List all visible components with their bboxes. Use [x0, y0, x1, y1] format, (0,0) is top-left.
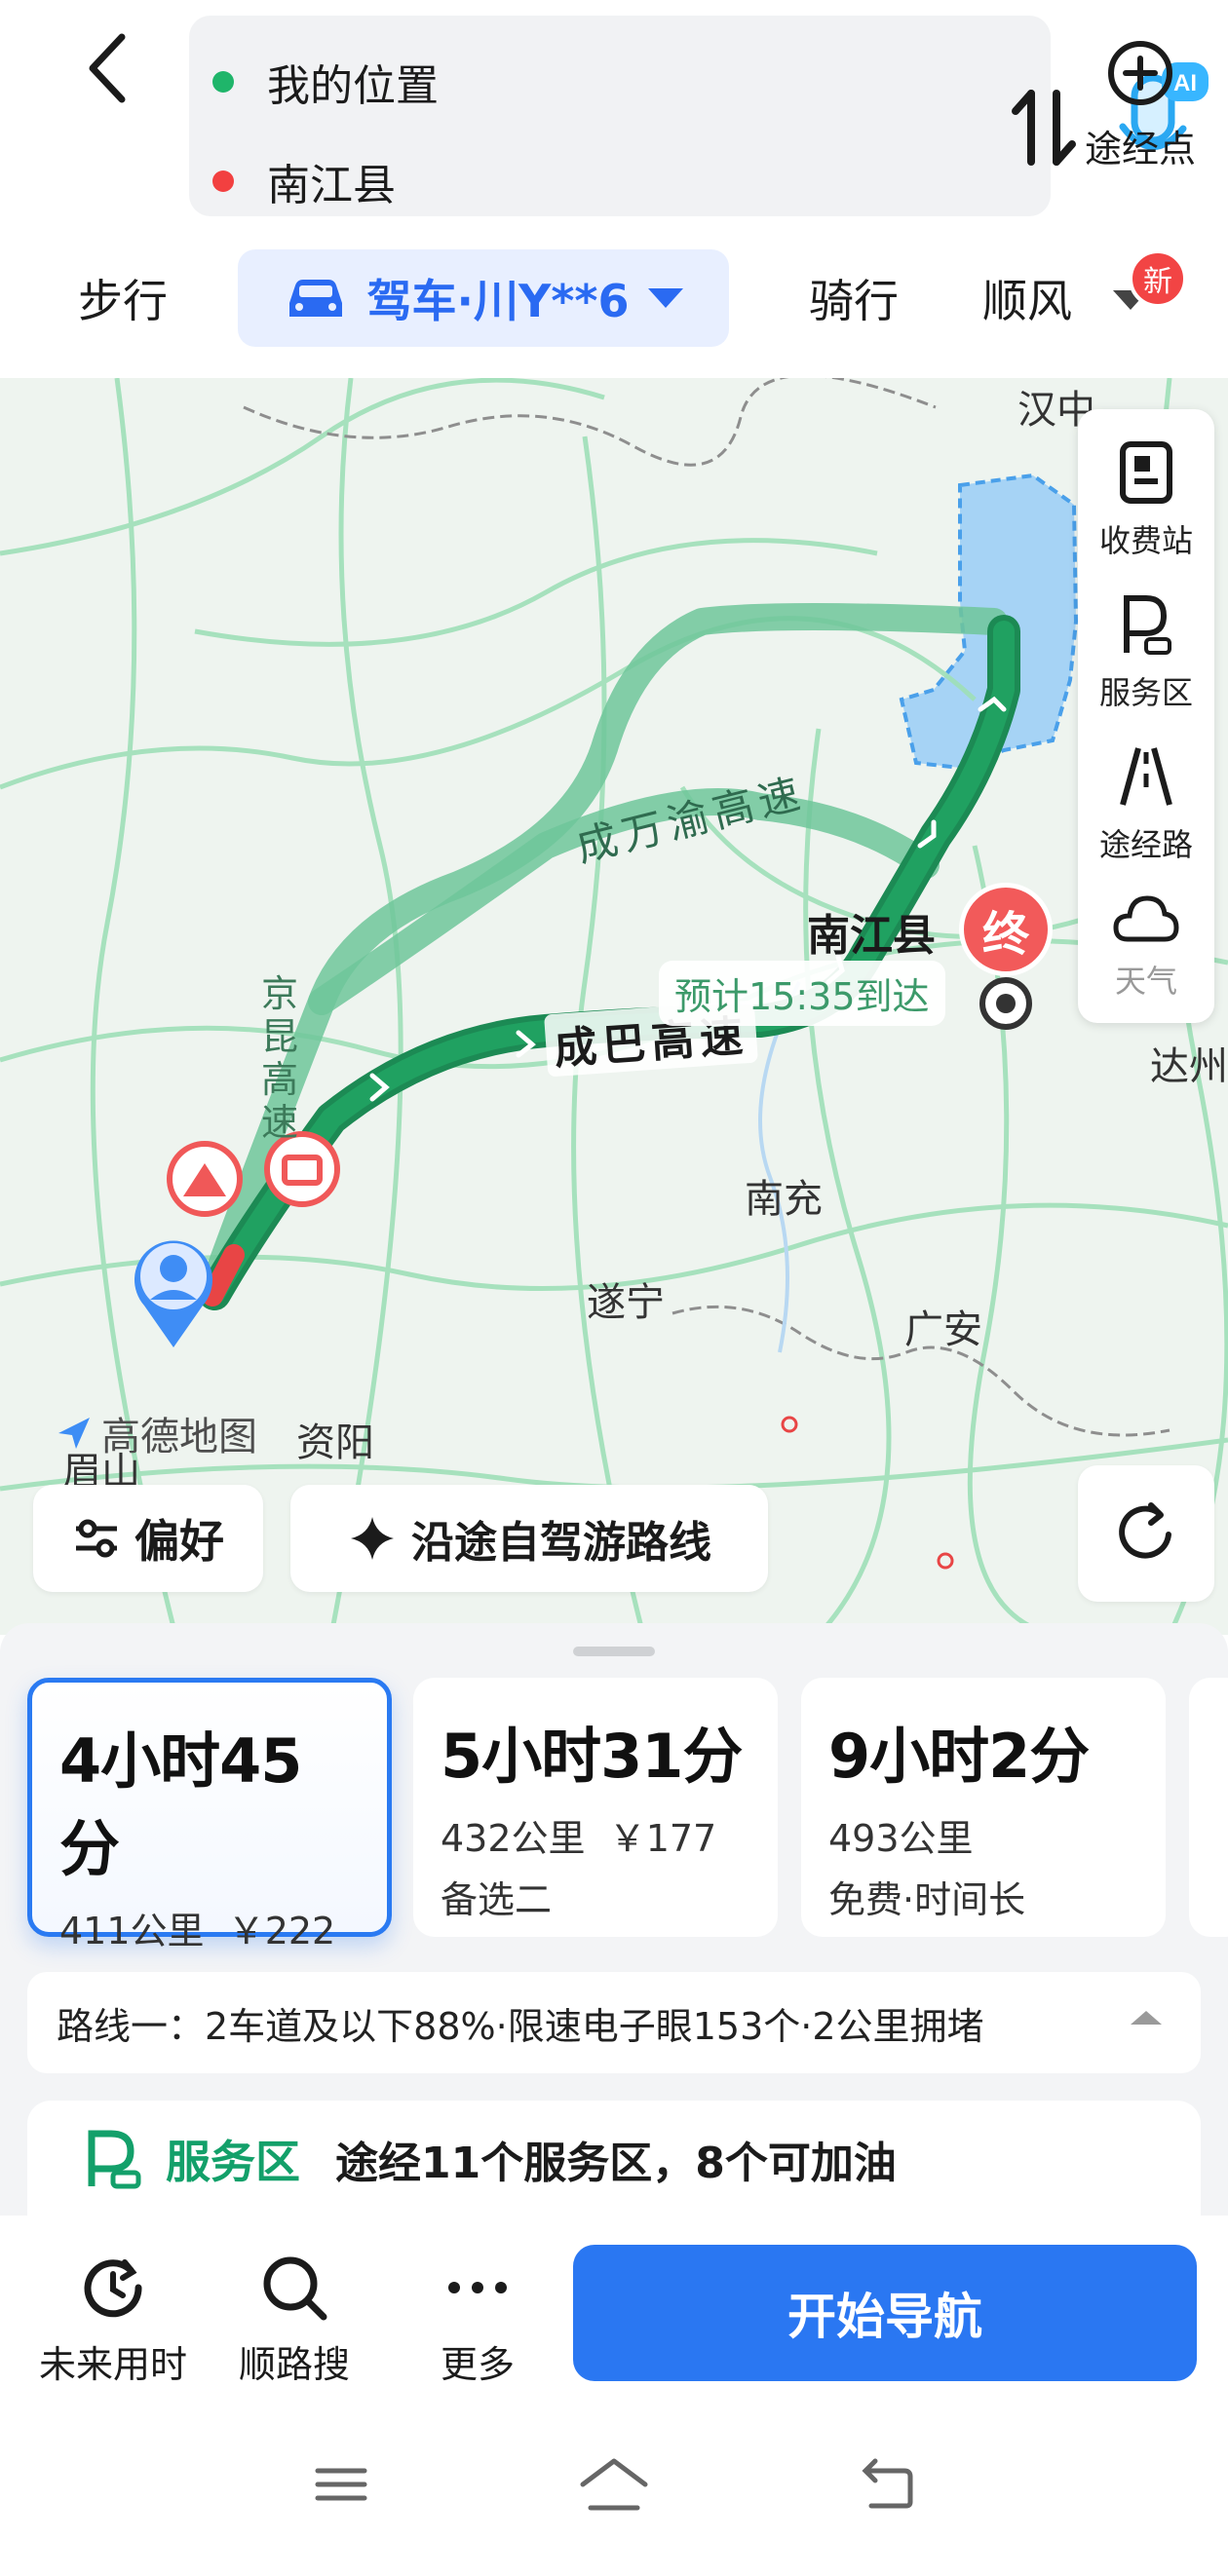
back-button[interactable]	[68, 29, 146, 107]
route-time: 5小时31分	[441, 1721, 743, 1792]
service-area-row[interactable]: 服务区 途经11个服务区，8个可加油	[27, 2101, 1201, 2217]
waypoint-label: 途经点	[1084, 128, 1196, 170]
collapse-caret-icon[interactable]	[1131, 2011, 1162, 2025]
sparkle-icon	[351, 1517, 394, 1560]
road-icon	[1120, 747, 1172, 806]
route-summary[interactable]: 路线一：2车道及以下88%·限速电子眼153个·2公里拥堵	[27, 1972, 1201, 2073]
route-tag: 备选二	[441, 1878, 553, 1921]
start-navigation-button[interactable]: 开始导航	[573, 2245, 1197, 2381]
route-map[interactable]: 汉中 达州 南充 遂宁 广安 资阳 眉山 京昆高速 成万渝高速 成巴高速 南江县…	[0, 378, 1228, 1635]
dropdown-icon	[648, 288, 684, 308]
origin-field[interactable]: 我的位置	[189, 43, 439, 121]
plus-circle-icon	[1108, 41, 1172, 105]
route-option-1[interactable]: 4小时45分 411公里 ￥222 推荐	[27, 1678, 392, 2014]
destination-field[interactable]: 南江县	[189, 142, 396, 220]
route-meta: 432公里 ￥177	[441, 1808, 750, 1862]
map-label-nanchong: 南充	[745, 1177, 823, 1222]
tool-toll-station[interactable]: 收费站	[1078, 438, 1214, 585]
route-meta: 411公里 ￥222	[59, 1901, 360, 1954]
route-distance: 432公里	[441, 1817, 586, 1860]
my-location-marker-icon	[134, 1240, 212, 1347]
eta-label: 预计15:35到达	[659, 961, 945, 1026]
service-area-icon	[1124, 595, 1171, 655]
route-distance: 411公里	[59, 1910, 205, 1952]
route-time: 9小时2分	[828, 1721, 1090, 1792]
destination-map-label: 南江县	[807, 911, 936, 961]
origin-destination-box: 我的位置 南江县 AI	[189, 16, 1209, 216]
sliders-icon	[76, 1519, 117, 1558]
map-label-dazhou: 达州	[1150, 1044, 1228, 1089]
new-badge: 新	[1129, 249, 1187, 308]
bottom-action-bar: 未来用时 顺路搜 更多 开始导航	[0, 2216, 1228, 2410]
tool-via-road[interactable]: 途经路	[1078, 742, 1214, 889]
home-icon[interactable]	[577, 2455, 651, 2514]
tool-label: 收费站	[1098, 522, 1193, 559]
route-distance: 493公里	[828, 1817, 974, 1860]
toll-station-icon	[1120, 441, 1172, 504]
refresh-icon	[1119, 1502, 1171, 1559]
map-label-suining: 遂宁	[587, 1280, 665, 1325]
clock-icon	[84, 2259, 142, 2318]
amap-logo-icon	[58, 1418, 90, 1449]
tab-drive[interactable]: 驾车·川Y**6	[238, 249, 729, 347]
route-option-peek[interactable]	[1189, 1678, 1228, 1937]
road-label-jingkun: 京昆高速	[261, 972, 299, 1144]
destination-pin[interactable]: 终	[959, 883, 1053, 976]
travel-mode-tabs: 步行 驾车·川Y**6 骑行 顺风	[0, 249, 1228, 357]
origin-text: 我的位置	[267, 61, 439, 111]
future-time-label: 未来用时	[38, 2343, 187, 2386]
route-summary-text: 路线一：2车道及以下88%·限速电子眼153个·2公里拥堵	[57, 2004, 984, 2048]
refresh-button[interactable]	[1078, 1465, 1214, 1602]
more-label: 更多	[440, 2343, 515, 2386]
destination-text: 南江县	[267, 161, 396, 210]
chevron-left-icon	[89, 33, 126, 103]
drive-tab-label: 驾车·川Y**6	[366, 275, 630, 327]
tool-service-area[interactable]: 服务区	[1078, 590, 1214, 737]
more-button[interactable]: 更多	[390, 2251, 565, 2388]
add-waypoint-button[interactable]: 途经点	[1067, 39, 1213, 195]
map-label-ziyang: 资阳	[296, 1421, 374, 1465]
route-tag: 免费·时间长	[828, 1878, 1026, 1921]
map-tools-panel: 收费站 服务区 途经路 天气	[1078, 409, 1214, 1023]
route-toll: ￥177	[608, 1817, 717, 1860]
back-nav-icon[interactable]	[854, 2457, 916, 2512]
along-route-search-button[interactable]: 顺路搜	[207, 2251, 382, 2388]
origin-dot	[212, 71, 234, 93]
route-header: 我的位置 南江县 AI 途经点 步行 驾车·川Y**6 骑行 顺风 新	[0, 0, 1228, 380]
route-meta: 493公里	[828, 1808, 1138, 1862]
sheet-grabber[interactable]	[573, 1647, 655, 1656]
service-area-title: 服务区	[166, 2136, 300, 2188]
service-area-icon	[88, 2130, 141, 2189]
route-option-2[interactable]: 5小时31分 432公里 ￥177 备选二	[413, 1678, 778, 1937]
menu-icon[interactable]	[312, 2463, 370, 2506]
future-time-button[interactable]: 未来用时	[25, 2251, 201, 2388]
construction-icon[interactable]	[164, 1138, 246, 1220]
destination-point-icon	[979, 977, 1032, 1030]
destination-dot	[212, 170, 234, 192]
tool-label: 途经路	[1098, 826, 1193, 863]
tour-label: 沿途自驾游路线	[411, 1518, 711, 1568]
amap-watermark: 高德地图	[55, 1405, 257, 1461]
system-nav-bar	[0, 2410, 1228, 2576]
self-drive-tour-button[interactable]: 沿途自驾游路线	[290, 1485, 768, 1592]
tool-weather[interactable]: 天气	[1078, 889, 1214, 1035]
service-area-text: 途经11个服务区，8个可加油	[335, 2139, 897, 2188]
tool-label: 天气	[1114, 963, 1177, 1000]
search-label: 顺路搜	[238, 2343, 350, 2386]
map-label-guangan: 广安	[904, 1307, 982, 1352]
tab-walk[interactable]: 步行	[78, 249, 168, 347]
route-toll: ￥222	[227, 1910, 336, 1952]
route-option-3[interactable]: 9小时2分 493公里 免费·时间长	[801, 1678, 1166, 1937]
tab-carpool[interactable]: 顺风	[982, 249, 1072, 347]
search-icon	[263, 2256, 327, 2321]
tool-label: 服务区	[1098, 674, 1193, 711]
preference-button[interactable]: 偏好	[33, 1485, 263, 1592]
cloud-icon	[1113, 895, 1179, 942]
preference-label: 偏好	[134, 1515, 224, 1568]
car-icon	[288, 280, 342, 317]
route-time: 4小时45分	[59, 1725, 302, 1884]
tab-bike[interactable]: 骑行	[809, 249, 899, 347]
watermark-text: 高德地图	[101, 1415, 257, 1459]
more-dots-icon	[448, 2282, 507, 2293]
